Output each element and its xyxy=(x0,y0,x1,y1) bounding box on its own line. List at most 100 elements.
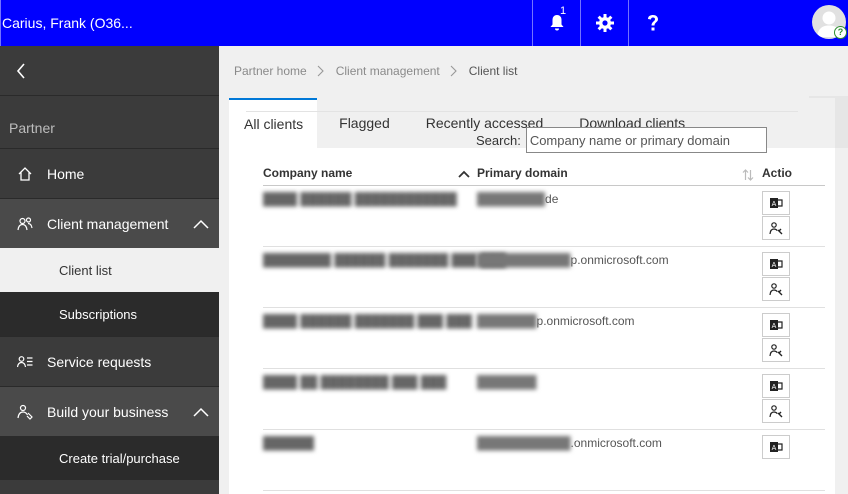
service-requests-icon xyxy=(17,355,33,367)
service-action-button[interactable] xyxy=(762,277,790,301)
top-bar: 1 Carius, Frank (O36... ? xyxy=(0,0,848,46)
domain-text: de xyxy=(545,192,559,206)
sidebar-item-label: Client management xyxy=(47,215,169,232)
table-header: Company name Primary domain Actio xyxy=(263,162,825,186)
svg-text:A: A xyxy=(772,384,777,391)
exchange-icon: A xyxy=(770,198,783,208)
clients-table: Company name Primary domain Actio ████ █… xyxy=(263,162,825,491)
company-name[interactable]: ████ ██ ████████ ███ ███ xyxy=(263,375,446,389)
search-label: Search: xyxy=(476,132,521,148)
sidebar: Partner Home Client management Client li… xyxy=(0,46,219,494)
company-name[interactable]: ████ ██████ ███████ ███ ███ xyxy=(263,314,472,328)
user-account-button[interactable]: Carius, Frank (O36... ? xyxy=(0,0,847,46)
chevron-right-icon xyxy=(317,65,324,77)
sidebar-item-subscriptions[interactable]: Subscriptions xyxy=(0,292,219,336)
domain-text: p.onmicrosoft.com xyxy=(536,314,635,328)
sidebar-item-client-list[interactable]: Client list xyxy=(0,248,219,292)
table-row[interactable]: ████ ██████ ████████████ ████████de A xyxy=(263,186,825,247)
service-action-button[interactable] xyxy=(762,338,790,362)
domain-redacted: ███████████ xyxy=(477,436,571,450)
chevron-up-icon xyxy=(193,219,209,229)
primary-domain: ███████████p.onmicrosoft.com xyxy=(477,253,669,267)
column-company-name[interactable]: Company name xyxy=(263,166,352,180)
admin-action-button[interactable]: A xyxy=(762,374,790,398)
column-primary-domain[interactable]: Primary domain xyxy=(477,166,568,180)
primary-domain: ███████ xyxy=(477,375,537,389)
admin-action-button[interactable]: A xyxy=(762,313,790,337)
company-name[interactable]: ████████ ██████ ███████ ███ ███ xyxy=(263,253,506,267)
person-wrench-icon xyxy=(769,283,783,296)
search-row: Search: xyxy=(476,127,767,153)
column-actions: Actio xyxy=(762,166,792,180)
sidebar-item-label: Service requests xyxy=(47,353,152,370)
person-wrench-icon xyxy=(769,222,783,235)
table-row[interactable]: ████████ ██████ ███████ ███ ███ ████████… xyxy=(263,247,825,308)
sidebar-item-service-requests[interactable]: Service requests xyxy=(0,336,219,386)
chevron-right-icon xyxy=(450,65,457,77)
nav-section-title: Partner xyxy=(9,120,55,136)
sidebar-subitem-label: Client list xyxy=(59,262,112,278)
company-name[interactable]: ████ ██████ ████████████ xyxy=(263,192,457,206)
sidebar-subitem-label: Create trial/purchase xyxy=(59,450,180,466)
svg-text:A: A xyxy=(772,262,777,269)
primary-domain: ███████p.onmicrosoft.com xyxy=(477,314,635,328)
collapse-nav-button[interactable] xyxy=(0,46,219,96)
domain-redacted: ███████████ xyxy=(477,253,571,267)
user-name: Carius, Frank (O36... xyxy=(2,15,133,31)
help-icon xyxy=(647,15,658,31)
notifications-button[interactable]: 1 xyxy=(532,0,580,46)
sidebar-item-home[interactable]: Home xyxy=(0,148,219,198)
table-row[interactable]: ████ ██ ████████ ███ ███ ███████ A xyxy=(263,369,825,430)
domain-redacted: ███████ xyxy=(477,375,537,389)
main-content: Partner home Client management Client li… xyxy=(219,46,848,494)
domain-text: .onmicrosoft.com xyxy=(570,436,662,450)
status-badge-icon: ? xyxy=(834,26,847,39)
tab-flagged[interactable]: Flagged xyxy=(325,98,404,148)
people-icon xyxy=(17,216,33,230)
table-row[interactable]: ██████ ███████████.onmicrosoft.com A xyxy=(263,430,825,491)
notification-count: 1 xyxy=(560,5,567,17)
sidebar-item-label: Build your business xyxy=(47,403,169,420)
svg-text:A: A xyxy=(772,201,777,208)
sort-icon[interactable] xyxy=(742,168,754,182)
sidebar-item-create-trial-purchase[interactable]: Create trial/purchase xyxy=(0,436,219,480)
divider xyxy=(246,111,798,112)
service-action-button[interactable] xyxy=(762,399,790,423)
domain-redacted: ████████ xyxy=(477,192,546,206)
primary-domain: ███████████.onmicrosoft.com xyxy=(477,436,662,450)
build-icon xyxy=(17,404,33,420)
domain-redacted: ███████ xyxy=(477,314,537,328)
breadcrumb-client-management[interactable]: Client management xyxy=(336,64,440,78)
company-name[interactable]: ██████ xyxy=(263,436,314,450)
service-action-button[interactable] xyxy=(762,216,790,240)
exchange-icon: A xyxy=(770,320,783,330)
domain-text: p.onmicrosoft.com xyxy=(570,253,669,267)
breadcrumb: Partner home Client management Client li… xyxy=(234,64,517,78)
primary-domain: ████████de xyxy=(477,192,558,206)
exchange-icon: A xyxy=(770,381,783,391)
chevron-up-icon xyxy=(193,407,209,417)
table-row[interactable]: ████ ██████ ███████ ███ ███ ███████p.onm… xyxy=(263,308,825,369)
exchange-icon: A xyxy=(770,442,783,452)
sidebar-subitem-label: Subscriptions xyxy=(59,306,138,322)
admin-action-button[interactable]: A xyxy=(762,252,790,276)
person-wrench-icon xyxy=(769,405,783,418)
person-wrench-icon xyxy=(769,344,783,357)
settings-button[interactable] xyxy=(580,0,628,46)
exchange-icon: A xyxy=(770,259,783,269)
breadcrumb-client-list: Client list xyxy=(468,64,518,78)
tab-all-clients[interactable]: All clients xyxy=(229,98,318,148)
help-button[interactable] xyxy=(628,0,676,46)
sidebar-item-client-management[interactable]: Client management xyxy=(0,198,219,248)
home-icon xyxy=(18,166,32,181)
svg-text:A: A xyxy=(772,323,777,330)
gear-icon xyxy=(595,14,614,32)
admin-action-button[interactable]: A xyxy=(762,191,790,215)
search-input[interactable] xyxy=(525,127,767,153)
sidebar-item-build-your-business[interactable]: Build your business xyxy=(0,386,219,436)
sidebar-item-label: Home xyxy=(47,165,85,182)
admin-action-button[interactable]: A xyxy=(762,435,790,459)
breadcrumb-partner-home[interactable]: Partner home xyxy=(234,64,307,78)
chevron-left-icon xyxy=(16,62,25,79)
sort-ascending-icon[interactable] xyxy=(458,170,470,178)
